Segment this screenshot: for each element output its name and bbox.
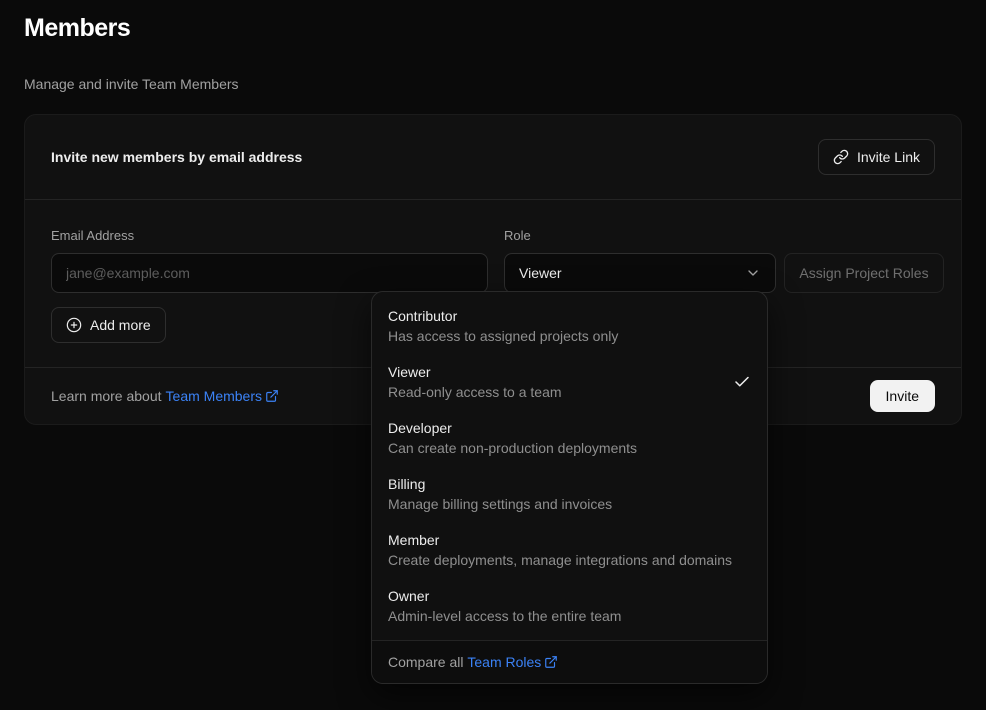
email-input[interactable] xyxy=(51,253,488,293)
chevron-down-icon xyxy=(745,265,761,281)
role-option-description: Manage billing settings and invoices xyxy=(388,494,612,514)
role-dropdown-list: Contributor Has access to assigned proje… xyxy=(372,292,767,640)
email-label: Email Address xyxy=(51,228,488,243)
page-subtitle: Manage and invite Team Members xyxy=(24,76,962,92)
invite-link-label: Invite Link xyxy=(857,149,920,165)
role-select[interactable]: Viewer xyxy=(504,253,776,293)
role-option-viewer[interactable]: Viewer Read-only access to a team xyxy=(372,354,767,410)
role-option-billing[interactable]: Billing Manage billing settings and invo… xyxy=(372,466,767,522)
invite-button[interactable]: Invite xyxy=(870,380,935,412)
team-members-link[interactable]: Team Members xyxy=(166,388,279,404)
link-icon xyxy=(833,149,849,165)
team-roles-link-label: Team Roles xyxy=(467,654,541,670)
page-title: Members xyxy=(24,14,962,43)
role-dropdown-footer: Compare all Team Roles xyxy=(372,640,767,683)
role-option-developer[interactable]: Developer Can create non-production depl… xyxy=(372,410,767,466)
invite-card-header: Invite new members by email address Invi… xyxy=(25,115,961,200)
learn-more-text: Learn more about Team Members xyxy=(51,388,279,404)
invite-form-row: Email Address Role Viewer xyxy=(51,228,935,293)
role-option-description: Has access to assigned projects only xyxy=(388,326,618,346)
add-more-button[interactable]: Add more xyxy=(51,307,166,343)
role-option-name: Billing xyxy=(388,474,612,494)
role-option-name: Owner xyxy=(388,586,621,606)
compare-all-text: Compare all xyxy=(388,654,463,670)
role-row: Viewer Assign Project Roles xyxy=(504,253,944,293)
external-link-icon xyxy=(544,655,558,669)
team-roles-link[interactable]: Team Roles xyxy=(467,654,558,670)
check-icon xyxy=(733,373,751,391)
role-option-owner[interactable]: Owner Admin-level access to the entire t… xyxy=(372,578,767,634)
role-option-description: Can create non-production deployments xyxy=(388,438,637,458)
role-option-name: Contributor xyxy=(388,306,618,326)
role-label: Role xyxy=(504,228,944,243)
role-option-contributor[interactable]: Contributor Has access to assigned proje… xyxy=(372,298,767,354)
role-dropdown-menu: Contributor Has access to assigned proje… xyxy=(371,291,768,684)
role-option-name: Member xyxy=(388,530,732,550)
role-option-name: Developer xyxy=(388,418,637,438)
role-option-name: Viewer xyxy=(388,362,562,382)
role-selected-value: Viewer xyxy=(519,265,562,281)
plus-circle-icon xyxy=(66,317,82,333)
invite-link-button[interactable]: Invite Link xyxy=(818,139,935,175)
role-option-description: Admin-level access to the entire team xyxy=(388,606,621,626)
role-option-description: Create deployments, manage integrations … xyxy=(388,550,732,570)
invite-card-title: Invite new members by email address xyxy=(51,149,302,165)
learn-more-prefix: Learn more about xyxy=(51,388,162,404)
role-option-description: Read-only access to a team xyxy=(388,382,562,402)
external-link-icon xyxy=(265,389,279,403)
add-more-label: Add more xyxy=(90,317,151,333)
team-members-link-label: Team Members xyxy=(166,388,262,404)
assign-project-roles-button[interactable]: Assign Project Roles xyxy=(784,253,944,293)
role-field-group: Role Viewer Assign Project Roles xyxy=(504,228,944,293)
role-option-member[interactable]: Member Create deployments, manage integr… xyxy=(372,522,767,578)
email-field-group: Email Address xyxy=(51,228,488,293)
